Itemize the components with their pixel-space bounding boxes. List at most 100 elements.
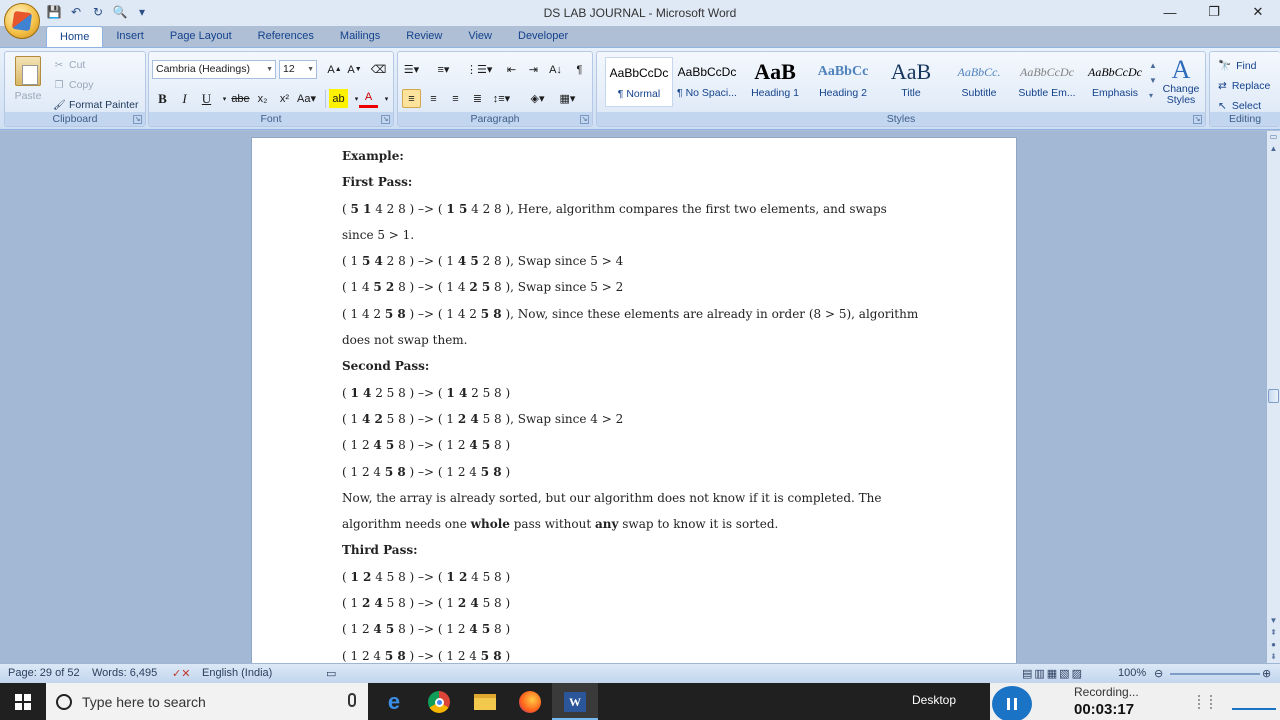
find-button[interactable]: 🔭 Find (1218, 56, 1257, 75)
align-right-button[interactable]: ≡ (446, 89, 465, 108)
subscript-button[interactable]: x₂ (253, 89, 272, 108)
chrome-icon[interactable] (425, 688, 453, 716)
document-line[interactable]: ( 1 4 2 5 8 ) –> ( 1 2 4 5 8 ), Swap sin… (342, 406, 952, 432)
minimize-button[interactable]: — (1148, 0, 1192, 24)
font-launcher-icon[interactable]: ↘ (381, 115, 390, 124)
document-line[interactable]: Now, the array is already sorted, but ou… (342, 485, 952, 511)
tab-page-layout[interactable]: Page Layout (157, 26, 245, 48)
start-button[interactable] (0, 683, 46, 720)
scroll-down-icon[interactable]: ▼ (1267, 615, 1280, 627)
paragraph-launcher-icon[interactable]: ↘ (580, 115, 589, 124)
microphone-icon[interactable] (348, 693, 356, 707)
close-button[interactable]: ✕ (1236, 0, 1280, 24)
pause-icon[interactable] (992, 686, 1032, 720)
style-normal[interactable]: AaBbCcDc ¶ Normal (605, 57, 673, 107)
font-color-dropdown-icon[interactable]: ▾ (377, 89, 396, 108)
align-center-button[interactable]: ≡ (424, 89, 443, 108)
tab-insert[interactable]: Insert (103, 26, 157, 48)
style-heading-1[interactable]: AaB Heading 1 (741, 57, 809, 107)
zoom-out-icon[interactable]: ⊖ (1154, 667, 1163, 680)
tab-review[interactable]: Review (393, 26, 455, 48)
tab-developer[interactable]: Developer (505, 26, 581, 48)
italic-button[interactable]: I (175, 89, 194, 108)
zoom-in-icon[interactable]: ⊕ (1262, 667, 1271, 680)
style-no-spacing[interactable]: AaBbCcDc ¶ No Spaci... (673, 57, 741, 107)
document-line[interactable]: First Pass: (342, 169, 952, 195)
zoom-level[interactable]: 100% (1118, 667, 1146, 679)
proofing-icon[interactable]: ✓✕ (172, 667, 190, 680)
font-color-icon[interactable]: A (359, 89, 378, 108)
document-line[interactable]: does not swap them. (342, 327, 952, 353)
document-line[interactable]: ( 1 2 4 5 8 ) –> ( 1 2 4 5 8 ) (342, 564, 952, 590)
document-line[interactable]: Second Pass: (342, 353, 952, 379)
show-marks-icon[interactable]: ¶ (570, 60, 589, 79)
file-explorer-icon[interactable] (471, 688, 499, 716)
highlight-icon[interactable]: ab (329, 89, 348, 108)
tab-view[interactable]: View (455, 26, 505, 48)
line-spacing-icon[interactable]: ↕≡▾ (492, 89, 511, 108)
change-case-button[interactable]: Aa▾ (297, 89, 316, 108)
document-line[interactable]: since 5 > 1. (342, 222, 952, 248)
tab-references[interactable]: References (245, 26, 327, 48)
clear-formatting-icon[interactable]: ⌫ (369, 60, 388, 79)
scroll-thumb[interactable] (1268, 389, 1279, 403)
document-line[interactable]: ( 1 2 4 5 8 ) –> ( 1 2 4 5 8 ) (342, 590, 952, 616)
document-line[interactable]: ( 1 2 4 5 8 ) –> ( 1 2 4 5 8 ) (342, 643, 952, 663)
borders-icon[interactable]: ▦▾ (558, 89, 577, 108)
style-heading-2[interactable]: AaBbCc Heading 2 (809, 57, 877, 107)
firefox-icon[interactable] (516, 688, 544, 716)
previous-page-icon[interactable]: ⇞ (1267, 627, 1280, 639)
document-line[interactable]: ( 1 2 4 5 8 ) –> ( 1 2 4 5 8 ) (342, 459, 952, 485)
document-line[interactable]: ( 1 4 2 5 8 ) –> ( 1 4 2 5 8 ) (342, 380, 952, 406)
strikethrough-button[interactable]: abe (231, 89, 250, 108)
language[interactable]: English (India) (202, 667, 272, 679)
scroll-up-icon[interactable]: ▲ (1267, 143, 1280, 155)
document-line[interactable]: Third Pass: (342, 537, 952, 563)
macro-record-icon[interactable]: ▭ (326, 667, 336, 680)
document-line[interactable]: Example: (342, 143, 952, 169)
word-count[interactable]: Words: 6,495 (92, 667, 157, 679)
align-left-button[interactable]: ≡ (402, 89, 421, 108)
replace-button[interactable]: ⇄ Replace (1218, 76, 1270, 95)
change-styles-button[interactable]: A Change Styles (1161, 56, 1201, 106)
clipboard-launcher-icon[interactable]: ↘ (133, 115, 142, 124)
sort-icon[interactable]: A↓ (546, 60, 565, 79)
increase-indent-icon[interactable]: ⇥ (524, 60, 543, 79)
document-line[interactable]: ( 1 4 2 5 8 ) –> ( 1 4 2 5 8 ), Now, sin… (342, 301, 952, 327)
document-line[interactable]: ( 1 2 4 5 8 ) –> ( 1 2 4 5 8 ) (342, 432, 952, 458)
restore-button[interactable]: ❐ (1192, 0, 1236, 24)
style-title[interactable]: AaB Title (877, 57, 945, 107)
taskbar-search[interactable]: Type here to search (46, 683, 368, 720)
paste-button[interactable]: Paste (11, 56, 45, 112)
justify-button[interactable]: ≣ (468, 89, 487, 108)
decrease-indent-icon[interactable]: ⇤ (502, 60, 521, 79)
browse-object-icon[interactable]: ● (1267, 639, 1280, 651)
document-line[interactable]: ( 1 4 5 2 8 ) –> ( 1 4 2 5 8 ), Swap sin… (342, 274, 952, 300)
style-emphasis[interactable]: AaBbCcDc Emphasis (1081, 57, 1149, 107)
document-line[interactable]: ( 1 5 4 2 8 ) –> ( 1 4 5 2 8 ), Swap sin… (342, 248, 952, 274)
office-button[interactable] (4, 3, 40, 39)
copy-button[interactable]: ❐ Copy (53, 76, 94, 94)
style-subtle-emphasis[interactable]: AaBbCcDc Subtle Em... (1013, 57, 1081, 107)
bold-button[interactable]: B (153, 89, 172, 108)
document-line[interactable]: ( 5 1 4 2 8 ) –> ( 1 5 4 2 8 ), Here, al… (342, 196, 952, 222)
shrink-font-icon[interactable]: A ▼ (345, 60, 364, 79)
tab-home[interactable]: Home (46, 26, 104, 48)
style-subtitle[interactable]: AaBbCc. Subtitle (945, 57, 1013, 107)
vertical-scrollbar[interactable]: ▭ ▲ ▼ ⇞ ● ⇟ (1266, 131, 1280, 663)
grow-font-icon[interactable]: A ▲ (325, 60, 344, 79)
tab-mailings[interactable]: Mailings (327, 26, 393, 48)
underline-button[interactable]: U (197, 89, 216, 108)
document-line[interactable]: algorithm needs one whole pass without a… (342, 511, 952, 537)
shading-icon[interactable]: ◈▾ (528, 89, 547, 108)
document-text[interactable]: Example: First Pass:( 5 1 4 2 8 ) –> ( 1 … (342, 143, 952, 663)
desktop-toolbar[interactable]: Desktop (912, 693, 956, 707)
multilevel-list-icon[interactable]: ⋮☰▾ (466, 60, 492, 79)
page-count[interactable]: Page: 29 of 52 (8, 667, 80, 679)
font-size-select[interactable]: 12 ▼ (279, 60, 317, 79)
bullets-icon[interactable]: ☰▾ (402, 60, 421, 79)
document-page[interactable]: Example: First Pass:( 5 1 4 2 8 ) –> ( 1 … (251, 137, 1017, 663)
word-icon[interactable]: W (561, 688, 589, 716)
zoom-slider[interactable] (1170, 673, 1260, 675)
gallery-scroll[interactable]: ▲ ▼ ▾ (1149, 58, 1159, 103)
